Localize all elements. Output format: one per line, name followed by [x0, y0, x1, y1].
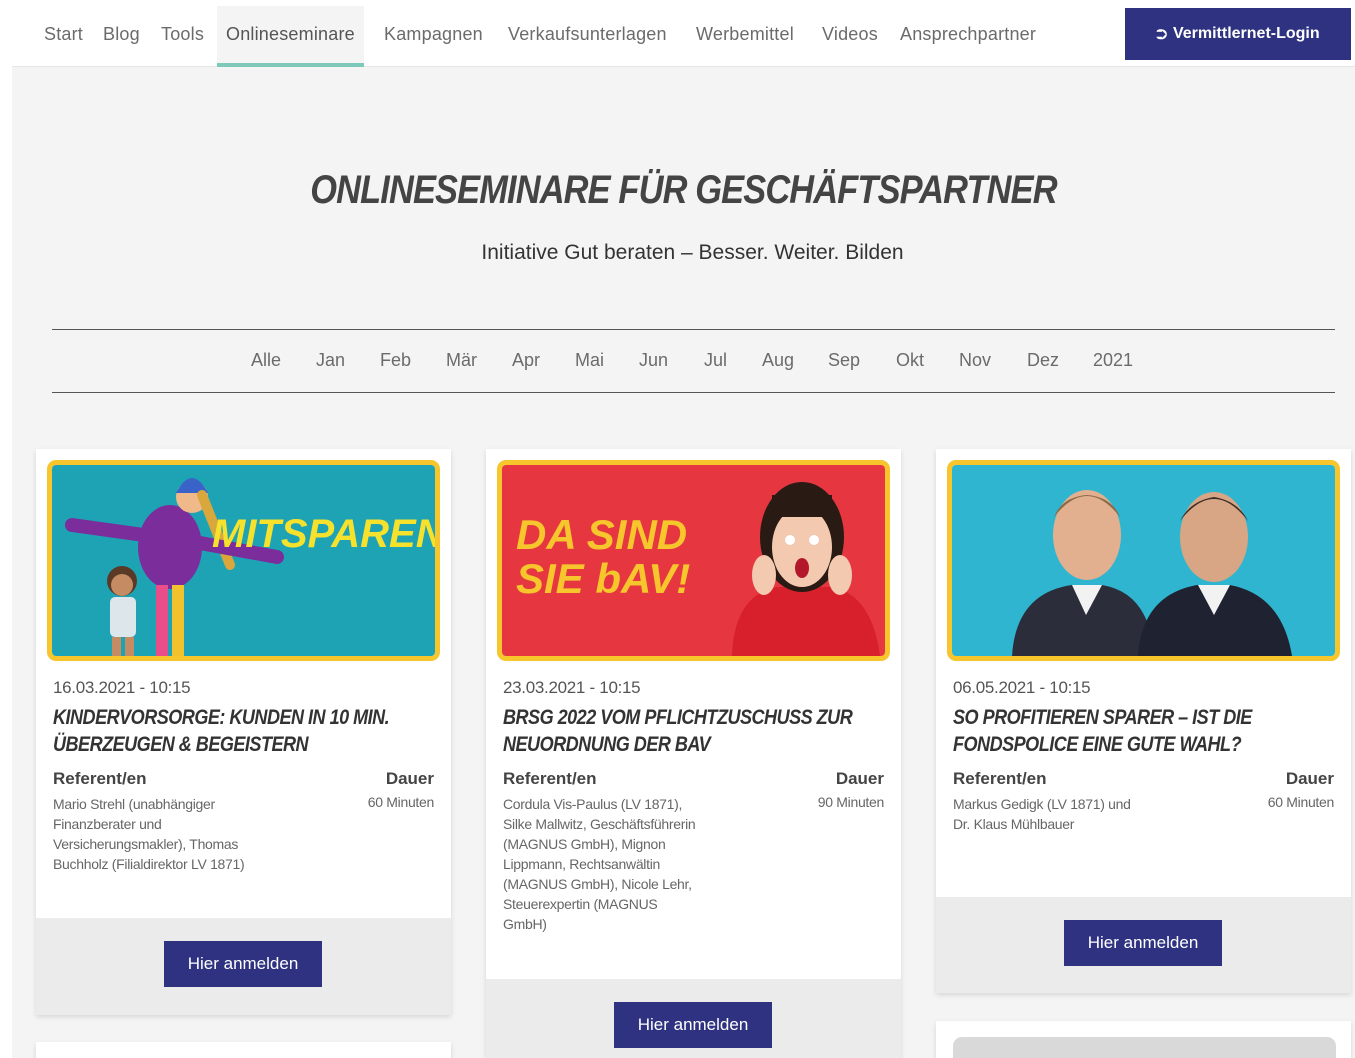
seminar-card: MITSPAREN 16.03.2021 - 10:15 Kindervorso…: [36, 449, 451, 1015]
filter-aug[interactable]: Aug: [762, 350, 794, 371]
seminar-image[interactable]: DA SIND SIE bAV!: [497, 460, 890, 661]
seminar-card-partial: [936, 1021, 1351, 1058]
page-title: ONLINESEMINARE FÜR GESCHÄFTSPARTNER: [310, 168, 1057, 212]
register-button[interactable]: Hier anmelden: [164, 941, 322, 987]
seminar-date: 16.03.2021 - 10:15: [53, 678, 191, 697]
filter-divider-bottom: [52, 392, 1335, 393]
seminar-illustration: DA SIND SIE bAV!: [502, 465, 885, 656]
referent-names: Cordula Vis-Paulus (LV 1871), Silke Mall…: [503, 796, 696, 932]
card-footer: Hier anmelden: [936, 897, 1351, 993]
seminar-illustration: [952, 465, 1335, 656]
login-label: Vermittlernet-Login: [1172, 25, 1320, 42]
filter-okt[interactable]: Okt: [896, 350, 924, 371]
filter-divider-top: [52, 329, 1335, 330]
duration-value: 60 Minuten: [367, 794, 435, 810]
filter-feb[interactable]: Feb: [380, 350, 411, 371]
referent-label: Referent/en: [503, 769, 597, 788]
card-footer: Hier anmelden: [486, 979, 901, 1058]
filter-jun[interactable]: Jun: [639, 350, 668, 371]
seminar-image[interactable]: [947, 460, 1340, 661]
seminar-card: 06.05.2021 - 10:15 So profitieren Sparer…: [936, 449, 1351, 993]
nav-ansprechpartner[interactable]: Ansprechpartner: [900, 6, 1036, 67]
filter-mai[interactable]: Mai: [575, 350, 604, 371]
nav-blog[interactable]: Blog: [103, 6, 140, 67]
seminar-title[interactable]: Kindervorsorge: Kunden in 10 Min. überze…: [53, 704, 423, 758]
seminar-date: 06.05.2021 - 10:15: [953, 678, 1091, 697]
filter-nov[interactable]: Nov: [959, 350, 991, 371]
card-footer: Hier anmelden: [36, 918, 451, 1015]
filter-apr[interactable]: Apr: [512, 350, 540, 371]
nav-onlineseminare[interactable]: Onlineseminare: [217, 6, 364, 67]
top-nav: Start Blog Tools Onlineseminare Kampagne…: [12, 6, 1355, 67]
filter-jan[interactable]: Jan: [316, 350, 345, 371]
page: Start Blog Tools Onlineseminare Kampagne…: [12, 6, 1355, 1058]
seminar-image-caption: MITSPAREN: [212, 512, 435, 556]
seminar-title[interactable]: So profitieren Sparer – Ist die Fondspol…: [953, 704, 1323, 758]
filter-dez[interactable]: Dez: [1027, 350, 1059, 371]
nav-werbemittel[interactable]: Werbemittel: [696, 6, 794, 67]
duration-label: Dauer: [835, 769, 884, 788]
nav-start[interactable]: Start: [44, 6, 83, 67]
referent-label: Referent/en: [53, 769, 147, 788]
referent-label: Referent/en: [953, 769, 1047, 788]
duration-value: 60 Minuten: [1267, 794, 1335, 810]
nav-kampagnen[interactable]: Kampagnen: [384, 6, 483, 67]
filter-maer[interactable]: Mär: [446, 350, 477, 371]
seminar-card-partial: [36, 1042, 451, 1058]
login-arrow-icon: ⮊: [1156, 25, 1167, 42]
nav-videos[interactable]: Videos: [822, 6, 878, 67]
nav-tools[interactable]: Tools: [161, 6, 204, 67]
seminar-title[interactable]: BRSG 2022 vom Pflichtzuschuss zur Neuord…: [503, 704, 873, 758]
duration-label: Dauer: [385, 769, 434, 788]
referent-names: Mario Strehl (unabhängiger Finanzberater…: [53, 796, 245, 872]
register-button[interactable]: Hier anmelden: [614, 1002, 772, 1048]
seminar-card: DA SIND SIE bAV! 23.03.2021 - 10:15 BRSG…: [486, 449, 901, 1058]
filter-sep[interactable]: Sep: [828, 350, 860, 371]
login-button[interactable]: ⮊ Vermittlernet-Login: [1125, 8, 1351, 60]
referent-names: Markus Gedigk (LV 1871) und Dr. Klaus Mü…: [953, 796, 1131, 832]
seminar-illustration: MITSPAREN: [52, 465, 435, 656]
duration-label: Dauer: [1285, 769, 1334, 788]
filter-jul[interactable]: Jul: [704, 350, 727, 371]
svg-text:SIE bAV!: SIE bAV!: [516, 555, 690, 602]
duration-value: 90 Minuten: [817, 794, 885, 810]
filter-2021[interactable]: 2021: [1093, 350, 1133, 371]
page-subtitle: Initiative Gut beraten – Besser. Weiter.…: [481, 241, 904, 264]
filter-alle[interactable]: Alle: [251, 350, 281, 371]
register-button[interactable]: Hier anmelden: [1064, 920, 1222, 966]
seminar-image[interactable]: MITSPAREN: [47, 460, 440, 661]
nav-verkaufsunterlagen[interactable]: Verkaufsunterlagen: [508, 6, 667, 67]
svg-text:DA SIND: DA SIND: [516, 511, 687, 558]
seminar-date: 23.03.2021 - 10:15: [503, 678, 641, 697]
seminar-image-partial: [953, 1037, 1336, 1058]
